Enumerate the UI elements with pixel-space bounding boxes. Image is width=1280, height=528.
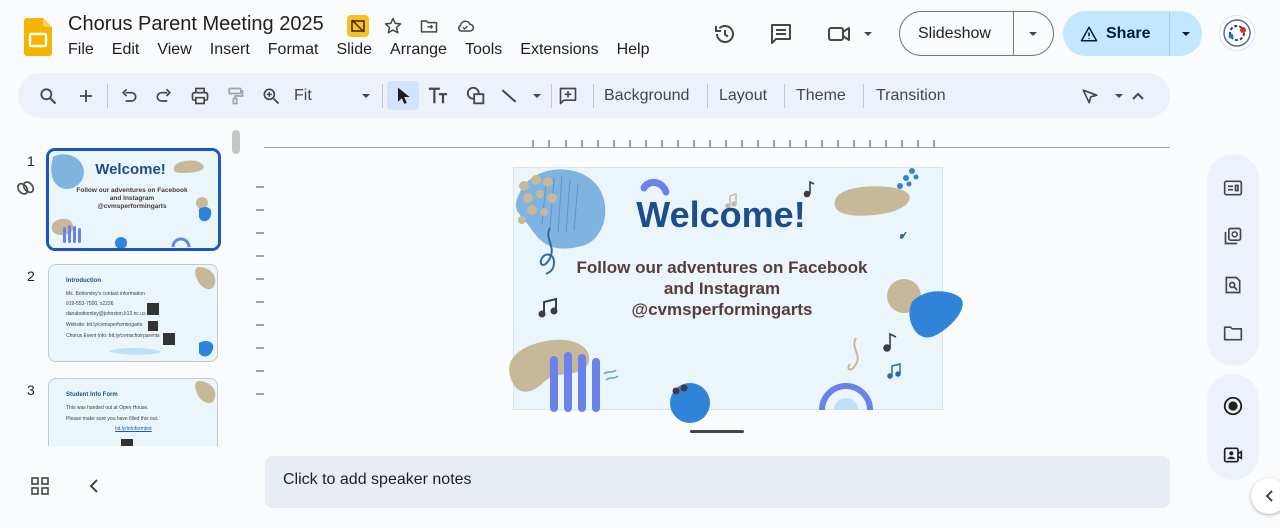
- chevron-down-icon: [1115, 93, 1123, 98]
- collapse-toolbar-icon[interactable]: [1128, 81, 1148, 110]
- move-folder-icon[interactable]: [417, 14, 441, 38]
- slide-thumbnail-2[interactable]: Introduction Ms. Bottomley's contact inf…: [48, 264, 218, 362]
- contacts-search-icon[interactable]: [1221, 273, 1245, 297]
- layout-button[interactable]: Layout: [719, 81, 767, 110]
- menu-help[interactable]: Help: [617, 41, 659, 59]
- slide-body-line: and Instagram: [663, 279, 781, 298]
- record-icon[interactable]: [1221, 394, 1245, 418]
- thumb-line: This was handed out at Open House.: [66, 405, 149, 411]
- slide-body-line: @cvmsperformingarts: [631, 300, 813, 319]
- notes-resize-handle[interactable]: [690, 430, 744, 433]
- vertical-ruler: [256, 186, 264, 395]
- slide-thumbnail-3[interactable]: Student Info Form This was handed out at…: [48, 378, 218, 446]
- redo-icon[interactable]: [152, 81, 176, 110]
- add-comment-icon[interactable]: [556, 81, 580, 110]
- theme-button[interactable]: Theme: [796, 81, 846, 110]
- cloud-saved-icon[interactable]: [453, 14, 477, 38]
- slide-library-icon[interactable]: [1221, 224, 1245, 248]
- menu-format[interactable]: Format: [268, 41, 328, 59]
- document-title[interactable]: Chorus Parent Meeting 2025: [68, 13, 324, 36]
- undo-icon[interactable]: [117, 81, 141, 110]
- offline-badge-icon[interactable]: [347, 15, 369, 37]
- warning-icon: [1080, 26, 1098, 41]
- print-icon[interactable]: [188, 81, 212, 110]
- slideshow-button-group: Slideshow: [899, 11, 1054, 56]
- menu-bar: File Edit View Insert Format Slide Arran…: [68, 41, 667, 59]
- side-panel: [1207, 154, 1259, 366]
- grid-view-icon[interactable]: [31, 477, 49, 500]
- line-icon: [501, 88, 517, 103]
- shape-icon[interactable]: [463, 81, 489, 110]
- slides-logo-icon[interactable]: [24, 18, 52, 56]
- thumb-line: danabottomley@johnston.k12.nc.us: [66, 311, 146, 317]
- current-slide[interactable]: Welcome! Follow our adventures on Facebo…: [509, 168, 963, 423]
- folder-icon[interactable]: [1221, 321, 1245, 345]
- line-tool[interactable]: [499, 81, 543, 110]
- thumb-title: Student Info Form: [66, 392, 118, 398]
- chevron-down-icon: [533, 93, 541, 98]
- slide-thumbnail-1[interactable]: Welcome! Follow our adventures on Facebo…: [46, 148, 221, 251]
- text-box-icon[interactable]: [425, 81, 451, 110]
- thumb-line: Chorus Event Info: bit.ly/cvmschoirparen…: [66, 333, 160, 339]
- thumb-line: bit.ly/infoformbot: [115, 426, 152, 432]
- link-icon[interactable]: [16, 179, 36, 202]
- zoom-select[interactable]: Fit: [294, 81, 372, 110]
- collapse-filmstrip-icon[interactable]: [88, 478, 100, 499]
- zoom-value: Fit: [294, 86, 312, 104]
- slide-number: 1: [27, 153, 35, 169]
- cursor-pen-icon: [1082, 88, 1098, 103]
- slide-number: 2: [27, 268, 35, 284]
- share-dropdown-icon[interactable]: [1170, 30, 1202, 38]
- thumb-line: Please make sure you have filled this ou…: [66, 416, 159, 422]
- menu-insert[interactable]: Insert: [210, 41, 259, 59]
- menu-arrange[interactable]: Arrange: [390, 41, 456, 59]
- chevron-down-icon: [362, 93, 370, 98]
- thumb-title: Welcome!: [95, 161, 166, 178]
- side-panel-secondary: [1207, 374, 1259, 480]
- pen-mode-tool[interactable]: [1079, 81, 1125, 110]
- star-icon[interactable]: [381, 14, 405, 38]
- speaker-notes[interactable]: Click to add speaker notes: [265, 456, 1170, 508]
- share-button-group: Share: [1063, 11, 1202, 56]
- paint-format-icon[interactable]: [223, 81, 247, 110]
- keep-notes-icon[interactable]: [1221, 176, 1245, 200]
- transition-button[interactable]: Transition: [876, 81, 946, 110]
- top-bar: Chorus Parent Meeting 2025 File Edit Vie…: [0, 0, 1280, 70]
- new-slide-icon[interactable]: [74, 81, 98, 110]
- thumb-line: 919-553-7500, x2226: [66, 301, 114, 307]
- video-record-icon[interactable]: [1221, 443, 1245, 467]
- chevron-left-icon: [1265, 490, 1273, 502]
- thumb-line: Website: bit.ly/cvmsperformingarts: [66, 322, 143, 328]
- share-label: Share: [1106, 24, 1151, 42]
- slideshow-button[interactable]: Slideshow: [900, 25, 1013, 43]
- toolbar: Fit Background Layout Theme Transition: [18, 73, 1170, 118]
- comments-icon[interactable]: [761, 14, 801, 54]
- menu-slide[interactable]: Slide: [336, 41, 381, 59]
- avatar[interactable]: [1219, 15, 1255, 51]
- meet-camera-icon[interactable]: [822, 14, 878, 54]
- thumb-title: Introduction: [66, 278, 101, 284]
- menu-extensions[interactable]: Extensions: [520, 41, 607, 59]
- zoom-icon[interactable]: [259, 81, 283, 110]
- background-button[interactable]: Background: [604, 81, 689, 110]
- share-button[interactable]: Share: [1063, 25, 1169, 43]
- slide-body-text[interactable]: Follow our adventures on Facebook and In…: [562, 257, 882, 320]
- menu-tools[interactable]: Tools: [465, 41, 511, 59]
- menu-view[interactable]: View: [157, 41, 200, 59]
- slide-body-line: Follow our adventures on Facebook: [576, 258, 868, 277]
- select-tool-icon[interactable]: [387, 81, 419, 110]
- slide-title[interactable]: Welcome!: [514, 194, 928, 236]
- filmstrip-scrollbar[interactable]: [232, 130, 240, 154]
- show-side-panel-button[interactable]: [1251, 478, 1280, 514]
- thumb-body: Follow our adventures on Facebook and In…: [76, 187, 188, 210]
- slideshow-dropdown-icon[interactable]: [1014, 30, 1053, 38]
- menu-edit[interactable]: Edit: [112, 41, 149, 59]
- slide-number: 3: [27, 382, 35, 398]
- thumb-line: Ms. Bottomley's contact information: [66, 291, 145, 297]
- search-menus-icon[interactable]: [36, 81, 60, 110]
- version-history-icon[interactable]: [705, 14, 745, 54]
- menu-file[interactable]: File: [68, 41, 103, 59]
- speaker-notes-placeholder: Click to add speaker notes: [283, 471, 472, 488]
